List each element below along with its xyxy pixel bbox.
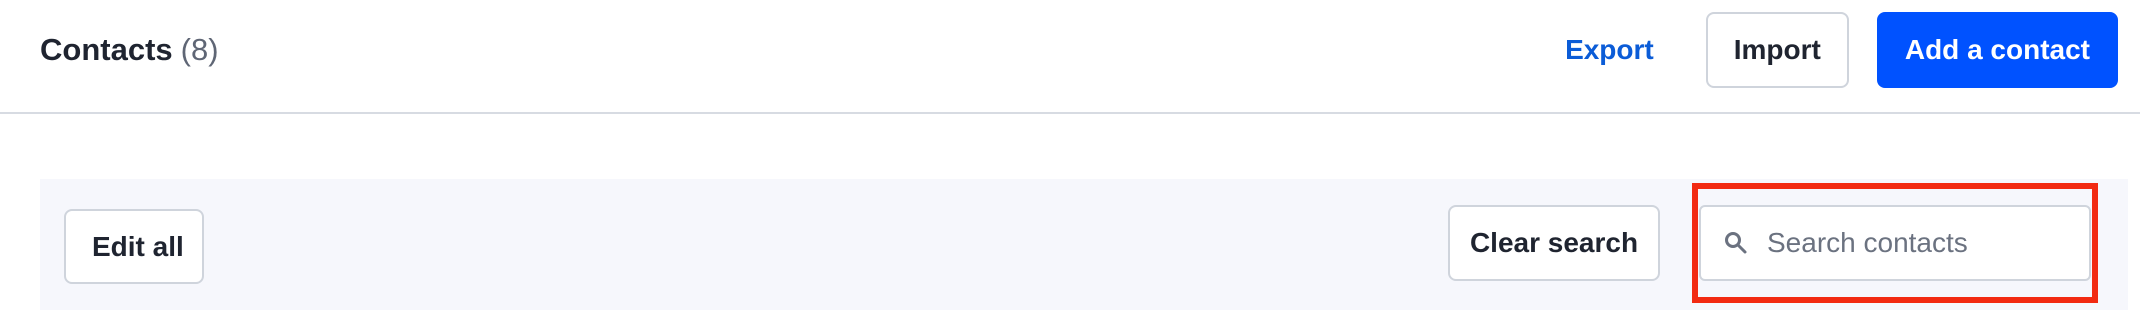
header-actions: Export Import Add a contact	[1541, 12, 2118, 88]
import-button[interactable]: Import	[1705, 12, 1849, 88]
page-title: Contacts (8)	[40, 28, 219, 72]
add-contact-button[interactable]: Add a contact	[1876, 12, 2118, 88]
contacts-header: Contacts (8) Export Import Add a contact	[0, 0, 2140, 114]
search-highlight-box	[1692, 183, 2098, 303]
contacts-toolbar: Edit all Clear search	[40, 179, 2128, 310]
search-field[interactable]	[1699, 205, 2091, 281]
edit-all-button[interactable]: Edit all	[64, 209, 204, 284]
search-input[interactable]	[1767, 219, 2067, 267]
search-tools: Clear search	[1448, 183, 2098, 303]
export-button[interactable]: Export	[1541, 22, 1678, 78]
search-icon	[1723, 230, 1749, 256]
clear-search-button[interactable]: Clear search	[1448, 205, 1660, 281]
page-title-text: Contacts	[40, 32, 173, 67]
contact-count: (8)	[180, 32, 219, 67]
